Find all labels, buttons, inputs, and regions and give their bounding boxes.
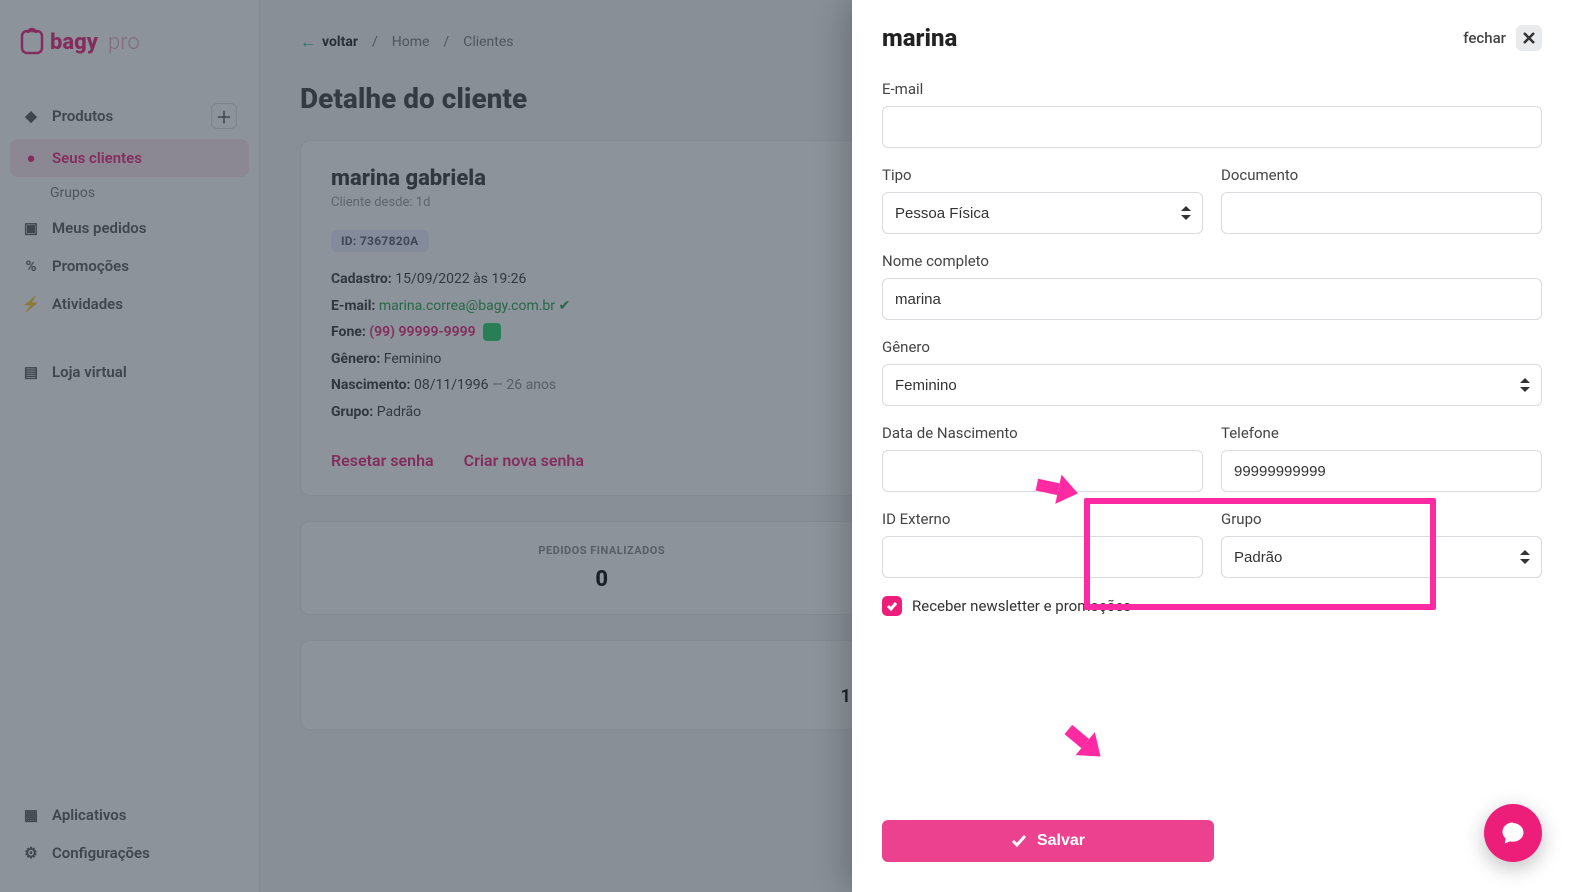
genero-select[interactable]	[882, 364, 1542, 406]
sidebar-item-label: Produtos	[52, 107, 113, 125]
apps-icon: ▦	[22, 806, 40, 824]
value: Padrão	[377, 404, 421, 420]
activity-icon: ⚡	[22, 295, 40, 313]
checkbox-checked-icon	[882, 596, 902, 616]
breadcrumb-item[interactable]: Clientes	[463, 34, 513, 50]
clipboard-icon: ▣	[22, 219, 40, 237]
tipo-select[interactable]	[882, 192, 1203, 234]
tag-icon: ◆	[22, 107, 40, 125]
breadcrumb-item[interactable]: Home	[392, 34, 430, 50]
sidebar-item-label: Aplicativos	[52, 806, 126, 824]
save-button[interactable]: Salvar	[882, 820, 1214, 862]
sidebar-item-aplicativos[interactable]: ▦ Aplicativos	[10, 796, 250, 834]
newsletter-checkbox-row[interactable]: Receber newsletter e promoções	[882, 596, 1542, 616]
percent-icon: %	[22, 257, 40, 275]
users-icon: ●	[22, 149, 40, 167]
sidebar-item-label: Promoções	[52, 257, 129, 275]
label: Cadastro:	[331, 271, 392, 287]
breadcrumb-sep: /	[372, 34, 378, 50]
email-label: E-mail	[882, 80, 1542, 98]
value: 15/09/2022 às 19:26	[395, 271, 526, 287]
sidebar-item-label: Meus pedidos	[52, 219, 147, 237]
documento-field[interactable]	[1221, 192, 1542, 234]
label: E-mail:	[331, 298, 375, 314]
edit-customer-panel: marina fechar E-mail Tipo Documento Nome…	[852, 0, 1572, 892]
sidebar-item-label: Atividades	[52, 295, 123, 313]
email-field[interactable]	[882, 106, 1542, 148]
value: Feminino	[384, 351, 442, 367]
add-product-icon[interactable]: ＋	[211, 103, 237, 129]
label: Grupo:	[331, 404, 373, 420]
customer-phone-link[interactable]: (99) 99999-9999	[369, 324, 475, 340]
check-icon	[1011, 833, 1027, 849]
sidebar-item-config[interactable]: ⚙ Configurações	[10, 834, 250, 872]
genero-label: Gênero	[882, 338, 1542, 356]
grupo-label: Grupo	[1221, 510, 1542, 528]
sidebar-sub-grupos[interactable]: Grupos	[10, 177, 249, 209]
panel-title: marina	[882, 24, 957, 52]
grupo-select[interactable]	[1221, 536, 1542, 578]
brand-logo: bagy pro	[10, 20, 249, 93]
documento-label: Documento	[1221, 166, 1542, 184]
newsletter-label: Receber newsletter e promoções	[912, 597, 1131, 615]
value-age: — 26 anos	[492, 377, 556, 393]
customer-email-link[interactable]: marina.correa@bagy.com.br	[379, 298, 555, 314]
chat-fab-button[interactable]	[1484, 804, 1542, 862]
close-label: fechar	[1463, 29, 1506, 47]
sidebar-item-promocoes[interactable]: % Promoções	[10, 247, 249, 285]
label: Nascimento:	[331, 377, 411, 393]
whatsapp-icon[interactable]	[483, 323, 501, 341]
close-panel-button[interactable]: fechar	[1463, 25, 1542, 51]
label: Fone:	[331, 324, 366, 340]
stat-orders: PEDIDOS FINALIZADOS 0	[300, 521, 904, 615]
label: Gênero:	[331, 351, 380, 367]
breadcrumb-back[interactable]: voltar	[300, 32, 358, 52]
sidebar-item-loja[interactable]: ▤ Loja virtual	[10, 353, 249, 391]
id-externo-field[interactable]	[882, 536, 1203, 578]
telefone-field[interactable]	[1221, 450, 1542, 492]
sidebar-item-pedidos[interactable]: ▣ Meus pedidos	[10, 209, 249, 247]
svg-text:pro: pro	[108, 30, 140, 55]
save-label: Salvar	[1037, 832, 1085, 850]
store-icon: ▤	[22, 363, 40, 381]
sidebar-item-label: Seus clientes	[52, 149, 142, 167]
gear-icon: ⚙	[22, 844, 40, 862]
stat-title: PEDIDOS FINALIZADOS	[323, 544, 881, 557]
nome-field[interactable]	[882, 278, 1542, 320]
nasc-field[interactable]	[882, 450, 1203, 492]
nasc-label: Data de Nascimento	[882, 424, 1203, 442]
new-password-link[interactable]: Criar nova senha	[464, 451, 584, 470]
sidebar-item-clientes[interactable]: ● Seus clientes	[10, 139, 249, 177]
customer-id-badge: ID: 7367820A	[331, 230, 429, 252]
svg-text:bagy: bagy	[50, 30, 99, 55]
nome-label: Nome completo	[882, 252, 1542, 270]
sidebar-item-produtos[interactable]: ◆ Produtos ＋	[10, 93, 249, 139]
sidebar-item-label: Loja virtual	[52, 363, 127, 381]
reset-password-link[interactable]: Resetar senha	[331, 451, 434, 470]
sidebar-item-label: Configurações	[52, 844, 150, 862]
stat-value: 0	[323, 567, 881, 592]
value: 08/11/1996	[414, 377, 489, 393]
chat-icon	[1499, 819, 1527, 847]
close-icon	[1516, 25, 1542, 51]
tipo-label: Tipo	[882, 166, 1203, 184]
breadcrumb-sep: /	[443, 34, 449, 50]
sidebar: bagy pro ◆ Produtos ＋ ● Seus clientes Gr…	[0, 0, 260, 892]
sidebar-item-atividades[interactable]: ⚡ Atividades	[10, 285, 249, 323]
telefone-label: Telefone	[1221, 424, 1542, 442]
id-externo-label: ID Externo	[882, 510, 1203, 528]
